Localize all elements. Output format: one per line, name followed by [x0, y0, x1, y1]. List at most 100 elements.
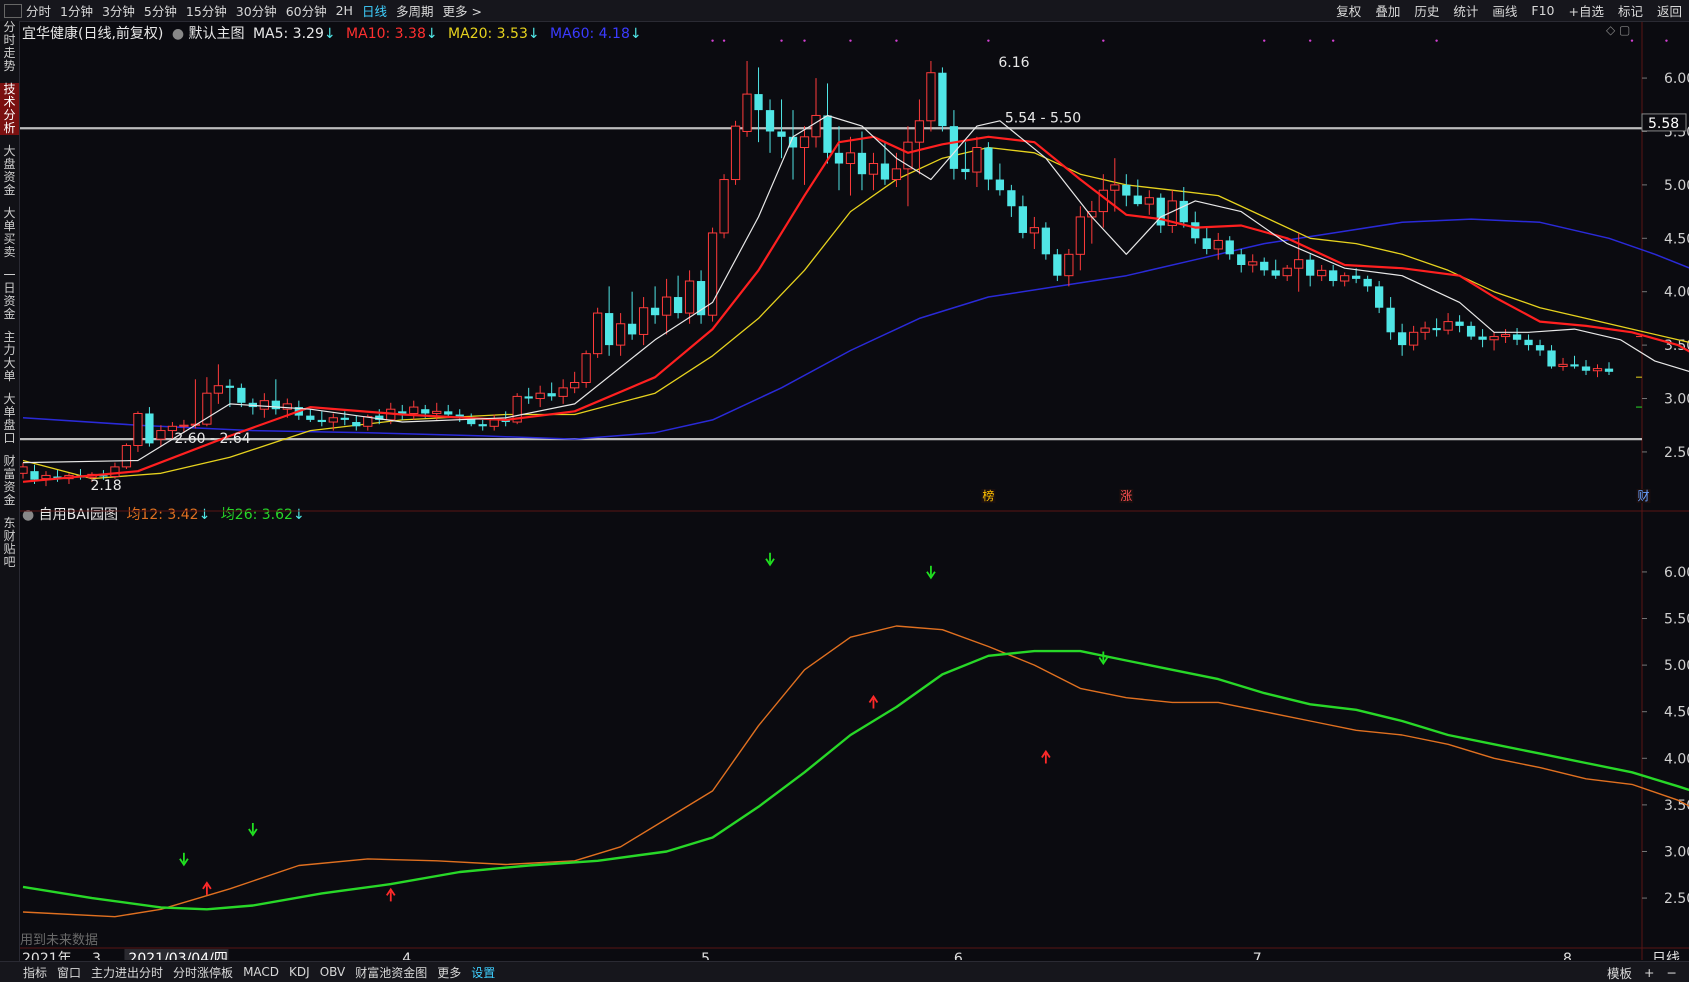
tool-button[interactable]: 画线 — [1492, 1, 1517, 20]
timeframe-tab[interactable]: 3分钟 — [102, 1, 135, 20]
candle-body[interactable] — [1271, 270, 1280, 276]
candle-body[interactable] — [650, 307, 660, 316]
candle-body[interactable] — [1340, 275, 1350, 282]
candle-body[interactable] — [1018, 206, 1028, 233]
bottom-tab[interactable]: 财富池资金图 — [355, 964, 427, 981]
candle-body[interactable] — [1156, 197, 1165, 226]
bottom-tab[interactable]: 更多 — [437, 964, 461, 981]
timeframe-tab[interactable]: 分时 — [26, 1, 51, 20]
candle-body[interactable] — [1432, 328, 1441, 331]
candle-body[interactable] — [1420, 327, 1430, 333]
candle-body[interactable] — [1408, 331, 1419, 346]
candle-body[interactable] — [661, 296, 672, 316]
left-tab[interactable]: 分时走势 — [0, 21, 19, 73]
candle-body[interactable] — [765, 110, 775, 132]
candle-body[interactable] — [1306, 259, 1315, 276]
candle-body[interactable] — [1260, 261, 1269, 271]
candle-body[interactable] — [891, 168, 902, 181]
left-tab[interactable]: 东财贴吧 — [0, 517, 19, 569]
candle-body[interactable] — [179, 424, 189, 427]
candle-body[interactable] — [409, 406, 419, 414]
candle-body[interactable] — [121, 445, 132, 468]
candle-body[interactable] — [478, 424, 487, 427]
candle-body[interactable] — [857, 152, 867, 175]
candle-body[interactable] — [811, 114, 821, 138]
tool-button[interactable]: 叠加 — [1375, 1, 1400, 20]
candle-body[interactable] — [949, 126, 959, 169]
left-tab[interactable]: 大单买卖 — [0, 207, 19, 259]
candle-body[interactable] — [432, 410, 442, 414]
candle-body[interactable] — [421, 409, 430, 414]
candle-body[interactable] — [489, 419, 499, 427]
candle-body[interactable] — [777, 131, 786, 137]
candle-body[interactable] — [20, 466, 28, 474]
candle-body[interactable] — [1029, 227, 1039, 234]
candle-body[interactable] — [995, 179, 1005, 191]
candle-body[interactable] — [1604, 368, 1614, 372]
candle-body[interactable] — [352, 422, 361, 427]
candle-body[interactable] — [1110, 184, 1120, 191]
candle-body[interactable] — [1581, 366, 1591, 371]
candle-body[interactable] — [558, 387, 568, 397]
candle-body[interactable] — [730, 125, 741, 181]
candle-body[interactable] — [547, 393, 556, 397]
candle-body[interactable] — [398, 411, 407, 414]
candle-body[interactable] — [742, 93, 752, 132]
candle-body[interactable] — [845, 152, 856, 165]
candle-body[interactable] — [1397, 332, 1407, 346]
candle-body[interactable] — [1098, 189, 1108, 213]
left-tab[interactable]: 技术分析 — [0, 83, 19, 135]
timeframe-tab[interactable]: 30分钟 — [236, 1, 277, 20]
candle-body[interactable] — [1179, 200, 1188, 223]
candle-body[interactable] — [145, 413, 154, 444]
candle-body[interactable] — [1133, 195, 1142, 205]
timeframe-tab[interactable]: 15分钟 — [186, 1, 227, 20]
panel-toggle-icon[interactable] — [4, 3, 22, 18]
candle-body[interactable] — [799, 136, 810, 149]
candle-body[interactable] — [880, 163, 890, 180]
left-tab[interactable]: 大单盘口 — [0, 393, 19, 445]
timeframe-tab[interactable]: 多周期 — [396, 1, 434, 20]
candle-body[interactable] — [627, 323, 637, 335]
candle-body[interactable] — [225, 385, 235, 388]
candle-body[interactable] — [570, 382, 580, 389]
candle-body[interactable] — [340, 417, 349, 420]
candle-body[interactable] — [1535, 345, 1545, 351]
candle-body[interactable] — [237, 387, 246, 403]
candle-body[interactable] — [984, 147, 993, 180]
candle-body[interactable] — [156, 430, 166, 440]
candle-body[interactable] — [673, 297, 683, 314]
tool-button[interactable]: 返回 — [1657, 1, 1682, 20]
bottom-tab[interactable]: 指标 — [23, 964, 47, 981]
candle-body[interactable] — [868, 163, 879, 175]
candle-body[interactable] — [604, 313, 614, 346]
candle-body[interactable] — [213, 385, 224, 394]
candle-body[interactable] — [1248, 261, 1258, 266]
candle-body[interactable] — [1191, 222, 1200, 239]
bottom-tab[interactable]: OBV — [320, 965, 346, 979]
candle-body[interactable] — [1225, 240, 1234, 255]
candle-body[interactable] — [914, 120, 925, 143]
left-tab[interactable]: 财富资金 — [0, 455, 19, 507]
candle-body[interactable] — [1064, 253, 1074, 277]
candle-body[interactable] — [684, 280, 695, 314]
candle-body[interactable] — [1570, 364, 1579, 367]
candle-body[interactable] — [938, 72, 947, 127]
candle-body[interactable] — [961, 168, 970, 173]
candle-body[interactable] — [1386, 307, 1395, 333]
left-tab[interactable]: 主力大单 — [0, 331, 19, 383]
tool-button[interactable]: 历史 — [1414, 1, 1439, 20]
candle-body[interactable] — [972, 147, 982, 173]
candle-body[interactable] — [638, 307, 649, 335]
tool-button[interactable]: 统计 — [1453, 1, 1478, 20]
timeframe-tab[interactable]: 1分钟 — [60, 1, 93, 20]
candle-body[interactable] — [1352, 275, 1361, 279]
candle-body[interactable] — [1524, 339, 1533, 346]
candle-body[interactable] — [823, 115, 832, 153]
candle-body[interactable] — [1558, 363, 1568, 367]
candle-body[interactable] — [615, 323, 626, 346]
tool-button[interactable]: +自选 — [1568, 1, 1603, 20]
candle-body[interactable] — [1329, 270, 1338, 282]
tool-button[interactable]: F10 — [1531, 3, 1554, 18]
bottom-tool[interactable]: − — [1667, 965, 1677, 980]
